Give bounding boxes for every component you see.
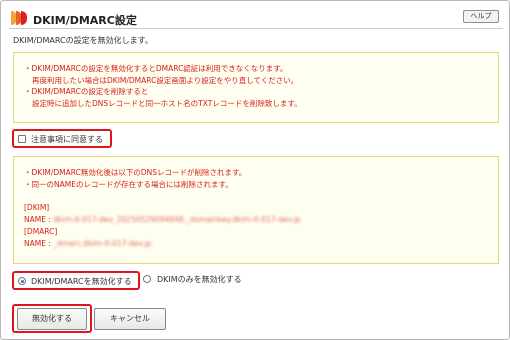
intro-text: DKIM/DMARCの設定を無効化します。: [13, 36, 153, 45]
agree-label[interactable]: 注意事項に同意する: [31, 134, 103, 145]
notice-line: ・DKIM/DMARCの設定を削除すると: [24, 87, 149, 96]
dns-notice-box: ・DKIM/DMARC無効化後は以下のDNSレコードが削除されます。 ・同一のN…: [13, 156, 499, 264]
radio-disable-dkim-dmarc-label[interactable]: DKIM/DMARCを無効化する: [31, 276, 132, 287]
brand-logo-icon: [11, 11, 27, 25]
notice-line: 再度利用したい場合はDKIM/DMARC設定画面より設定をやり直してください。: [32, 75, 299, 85]
dns-notice-line: ・同一のNAMEのレコードが存在する場合には削除されます。: [24, 179, 233, 189]
dns-record-list: [DKIM] NAME : dkim-it-017-dev_2025052909…: [24, 202, 498, 250]
disable-button[interactable]: 無効化する: [17, 308, 87, 330]
cancel-button[interactable]: キャンセル: [94, 308, 166, 330]
dmarc-name-value: _dmarc.dkim-it-017-dev.jp: [53, 239, 152, 248]
help-button[interactable]: ヘルプ: [463, 10, 499, 23]
dmarc-name-row: NAME : _dmarc.dkim-it-017-dev.jp: [24, 238, 498, 250]
dns-notice-line: ・DKIM/DMARC無効化後は以下のDNSレコードが削除されます。: [24, 168, 247, 177]
disable-button-highlight: 無効化する: [12, 304, 92, 333]
page-title: DKIM/DMARC設定: [33, 14, 137, 27]
dkim-name-label: NAME :: [24, 215, 54, 224]
dialog-header: DKIM/DMARC設定 ヘルプ: [9, 7, 503, 29]
radio-disable-dkim-only-label[interactable]: DKIMのみを無効化する: [157, 274, 242, 285]
radio-disable-dkim-dmarc-input[interactable]: [18, 277, 26, 285]
notice-line: 設定時に追加したDNSレコードと同一ホスト名のTXTレコードを削除致します。: [32, 98, 302, 108]
dkim-name-value: dkim-it-017-dev_20250529094848._domainke…: [53, 215, 301, 224]
dkim-name-row: NAME : dkim-it-017-dev_20250529094848._d…: [24, 214, 498, 226]
notice-line: ・DKIM/DMARCの設定を無効化するとDMARC認証は利用できなくなります。: [24, 64, 288, 73]
agree-checkbox-row[interactable]: 注意事項に同意する: [12, 129, 112, 148]
radio-disable-dkim-dmarc[interactable]: DKIM/DMARCを無効化する: [12, 271, 140, 290]
dkim-heading: [DKIM]: [24, 203, 50, 212]
dmarc-heading: [DMARC]: [24, 227, 58, 236]
agree-checkbox[interactable]: [18, 135, 26, 143]
radio-disable-dkim-only[interactable]: DKIMのみを無効化する: [143, 273, 273, 288]
dmarc-name-label: NAME :: [24, 239, 54, 248]
notice-box: ・DKIM/DMARCの設定を無効化するとDMARC認証は利用できなくなります。…: [13, 52, 499, 123]
dialog-frame: DKIM/DMARC設定 ヘルプ DKIM/DMARCの設定を無効化します。 ・…: [0, 0, 510, 340]
radio-disable-dkim-only-input[interactable]: [143, 275, 151, 283]
